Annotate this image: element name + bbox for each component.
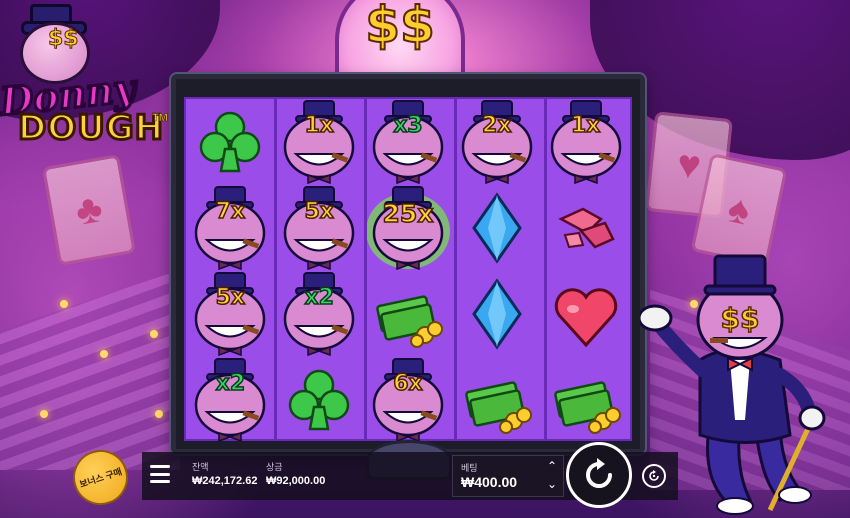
logo-dollar-eyes: $$ [48, 26, 80, 52]
reel-cell-donny: x2 [186, 357, 275, 443]
staircase-left [0, 270, 180, 470]
gems-symbol-icon [557, 207, 615, 249]
donny-symbol-icon [283, 186, 355, 271]
reels-grid: 1x x3 2x 1x 7x 5x 25x 5x x2 x2 6x [184, 97, 632, 443]
reel-cell-donny: 1x [275, 99, 364, 185]
reel-cell-heart [541, 271, 630, 357]
sign-dollars-text: $$ [364, 0, 436, 55]
reel-cell-donny: 7x [186, 185, 275, 271]
reel-cell-donny: 1x [541, 99, 630, 185]
hamburger-menu-icon[interactable] [150, 465, 170, 483]
reels-frame: 1x x3 2x 1x 7x 5x 25x 5x x2 x2 6x [171, 74, 645, 454]
donny-symbol-icon [283, 100, 355, 185]
diamond-symbol-icon [471, 278, 522, 350]
donny-symbol-icon [195, 272, 266, 357]
stage-lamp [100, 350, 108, 358]
spin-button[interactable] [566, 442, 632, 508]
reel-cell-club [275, 357, 364, 443]
donny-symbol-icon [195, 358, 266, 443]
logo-title-dough: DOUGH [16, 107, 165, 150]
bet-label: 베팅 [461, 463, 478, 473]
cash-symbol-icon [553, 381, 621, 434]
stage-lamp [150, 330, 158, 338]
stage-lamp [60, 300, 68, 308]
donny-golden-symbol-icon [365, 186, 450, 271]
bet-value: ₩400.00 [461, 474, 518, 490]
balance-value: ₩242,172.62 [192, 475, 258, 487]
reel-cell-donny: 6x [364, 357, 453, 443]
reel-cell-cash [452, 357, 541, 443]
cash-symbol-icon [376, 295, 443, 348]
reel-divider [544, 97, 547, 441]
donny-symbol-icon [461, 100, 533, 185]
reel-cell-donny: 5x [186, 271, 275, 357]
club-symbol-icon [200, 111, 261, 173]
logo-trademark: TM [152, 112, 168, 125]
chevron-up-icon[interactable]: ⌃ [547, 460, 557, 472]
reel-cell-club [186, 99, 275, 185]
reel-cell-donny: 2x [452, 99, 541, 185]
reel-divider [274, 97, 277, 441]
reel-cell-diamond [452, 271, 541, 357]
autoplay-button[interactable] [642, 464, 666, 488]
diamond-symbol-icon [471, 192, 522, 264]
reel-cell-donny: 5x [275, 185, 364, 271]
club-card-decoration: ♣ [41, 153, 137, 267]
reel-cell-donny: x2 [275, 271, 364, 357]
autoplay-icon [649, 470, 659, 481]
reel-cell-gems [541, 185, 630, 271]
chevron-down-icon[interactable]: ⌄ [547, 478, 557, 490]
donny-symbol-icon [195, 186, 266, 271]
reel-cell-cash [541, 357, 630, 443]
reel-cell-cash [364, 271, 453, 357]
reel-cell-donny-golden: 25x [364, 185, 453, 271]
donny-symbol-icon [372, 358, 444, 443]
game-logo: $$ Donny DOUGH TM [0, 4, 170, 154]
win-label: 상금 [266, 462, 283, 472]
donny-symbol-icon [283, 272, 355, 357]
cash-symbol-icon [464, 381, 532, 434]
heart-symbol-icon [554, 288, 617, 348]
spin-arrow-icon [586, 458, 612, 488]
reel-cell-diamond [452, 185, 541, 271]
game-stage: ♣ ♥ ♠ $$ $$ Donny DOUGH TM 1x x3 2x 1x 7… [0, 0, 850, 518]
balance-label: 잔액 [192, 462, 209, 472]
reel-cell-donny: x3 [364, 99, 453, 185]
stage-lamp [155, 410, 163, 418]
stage-lamp [40, 410, 48, 418]
donny-symbol-icon [550, 100, 621, 185]
reel-divider [364, 97, 367, 441]
mascot-dollar-eyes: $$ [721, 302, 760, 335]
reel-divider [454, 97, 457, 441]
bet-panel: 베팅 ₩400.00 ⌃ ⌄ [452, 455, 564, 497]
donny-symbol-icon [372, 100, 444, 185]
club-symbol-icon [288, 369, 350, 431]
win-value: ₩92,000.00 [266, 475, 326, 487]
